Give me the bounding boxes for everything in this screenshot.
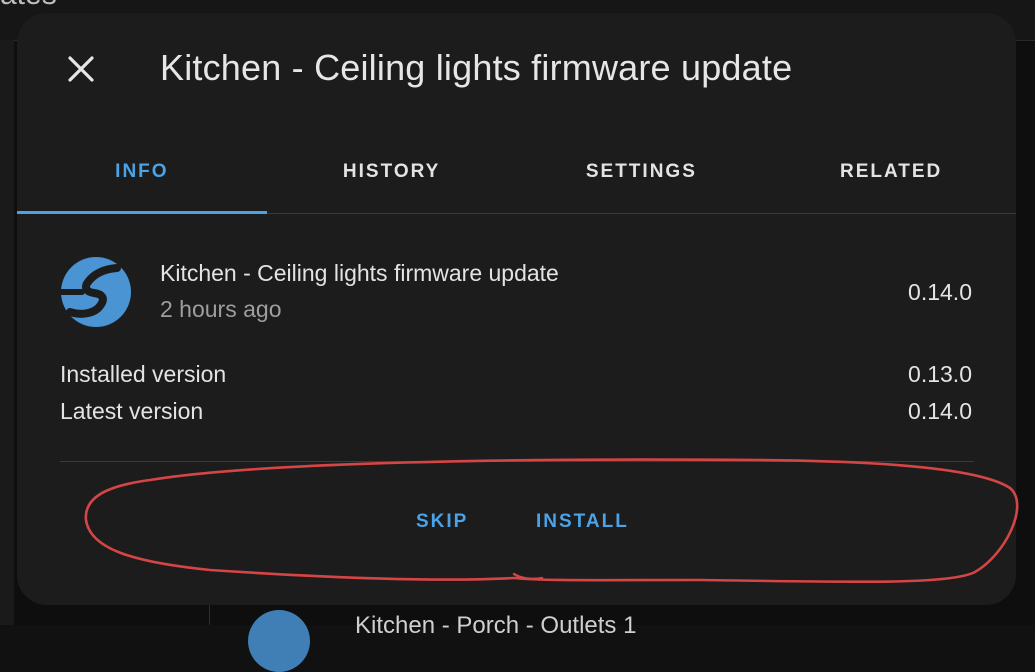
tab-settings[interactable]: SETTINGS (517, 131, 767, 213)
attribute-label: Installed version (60, 361, 227, 387)
shelly-logo-icon (60, 257, 131, 327)
tab-bar: INFO HISTORY SETTINGS RELATED (17, 131, 1016, 214)
entity-last-changed: 2 hours ago (160, 296, 282, 322)
tab-history[interactable]: HISTORY (267, 131, 517, 213)
background-list-avatar (248, 610, 310, 672)
attribute-row-installed-version: Installed version 0.13.0 (60, 361, 972, 395)
entity-row: Kitchen - Ceiling lights firmware update… (60, 256, 972, 328)
entity-name: Kitchen - Ceiling lights firmware update (160, 260, 559, 286)
background-sidebar (0, 40, 14, 625)
tab-info[interactable]: INFO (17, 131, 267, 214)
attribute-value: 0.13.0 (908, 361, 972, 387)
more-info-dialog: Kitchen - Ceiling lights firmware update… (17, 13, 1016, 605)
background-list-item-label: Kitchen - Porch - Outlets 1 (355, 612, 637, 639)
attribute-row-latest-version: Latest version 0.14.0 (60, 398, 972, 432)
skip-button[interactable]: SKIP (416, 511, 468, 533)
close-icon (68, 56, 94, 82)
attribute-value: 0.14.0 (908, 398, 972, 424)
close-button[interactable] (57, 45, 105, 93)
entity-state: 0.14.0 (908, 279, 972, 305)
actions-divider (60, 461, 974, 462)
dialog-title: Kitchen - Ceiling lights firmware update (160, 47, 793, 88)
tab-related[interactable]: RELATED (766, 131, 1016, 213)
attribute-label: Latest version (60, 398, 204, 424)
install-button[interactable]: INSTALL (536, 511, 629, 533)
background-page-title: ates (0, 0, 57, 12)
